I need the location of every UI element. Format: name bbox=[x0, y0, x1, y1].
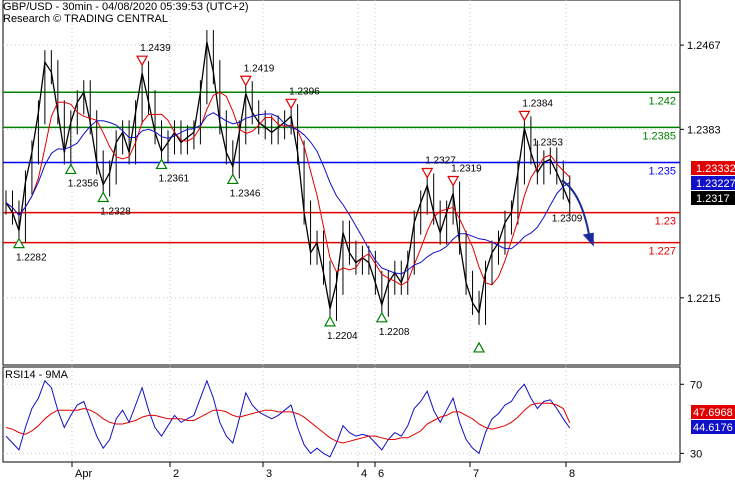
chart-stage: Apr 2 3 4 6 7 8 1.2467 1.2383 1.2215 1.242 1.2385 1.… bbox=[0, 0, 735, 480]
price-tag-label: 1.23227 bbox=[696, 178, 735, 190]
level-label: 1.23 bbox=[655, 216, 676, 228]
chart-subtitle: Research © TRADING CENTRAL bbox=[3, 13, 168, 25]
level-label: 1.227 bbox=[648, 246, 676, 258]
level-label: 1.242 bbox=[648, 95, 676, 107]
rsi-y-tick-label: 70 bbox=[690, 379, 702, 391]
price-tag-label: 1.23332 bbox=[696, 163, 735, 175]
rsi-tag-label: 47.6968 bbox=[693, 407, 733, 419]
y-tick-label: 1.2215 bbox=[687, 293, 721, 305]
low-label: 1.2282 bbox=[16, 253, 47, 264]
level-label: 1.235 bbox=[648, 165, 676, 177]
rsi-tag-label: 44.6176 bbox=[693, 422, 733, 434]
rsi-y-tick-label: 30 bbox=[690, 448, 702, 460]
price-chart: Apr 2 3 4 6 7 8 1.2467 1.2383 1.2215 1.242 1.2385 1.… bbox=[2, 0, 735, 480]
y-tick-label: 1.2383 bbox=[687, 124, 721, 136]
rsi-panel bbox=[2, 366, 681, 463]
high-label: 1.2319 bbox=[451, 164, 482, 175]
rsi-title: RSI14 - 9MA bbox=[5, 369, 69, 381]
high-label: 1.2396 bbox=[289, 86, 320, 97]
low-label: 1.2208 bbox=[379, 327, 410, 338]
low-label: 1.2346 bbox=[230, 188, 261, 199]
high-label: 1.2419 bbox=[244, 63, 275, 74]
price-tag-label: 1.2317 bbox=[696, 193, 730, 205]
low-label: 1.2356 bbox=[68, 178, 99, 189]
x-tick-label: Apr bbox=[75, 468, 92, 480]
x-tick-label: 3 bbox=[266, 468, 272, 480]
high-label: 1.2439 bbox=[140, 43, 171, 54]
low-label: 1.2204 bbox=[327, 331, 358, 342]
price-label: 1.2353 bbox=[532, 137, 563, 148]
x-tick-label: 6 bbox=[378, 468, 384, 480]
x-tick-label: 7 bbox=[473, 468, 479, 480]
level-label: 1.2385 bbox=[642, 130, 676, 142]
price-label: 1.2309 bbox=[552, 214, 583, 225]
high-label: 1.2384 bbox=[522, 98, 553, 109]
y-tick-label: 1.2467 bbox=[687, 40, 721, 52]
x-tick-label: 2 bbox=[173, 468, 179, 480]
low-label: 1.2328 bbox=[100, 207, 131, 218]
chart-title: GBP/USD - 30min - 04/08/2020 05:39:53 (U… bbox=[3, 1, 249, 13]
low-label: 1.2361 bbox=[159, 173, 190, 184]
x-tick-label: 8 bbox=[569, 468, 575, 480]
x-tick-label: 4 bbox=[361, 468, 367, 480]
